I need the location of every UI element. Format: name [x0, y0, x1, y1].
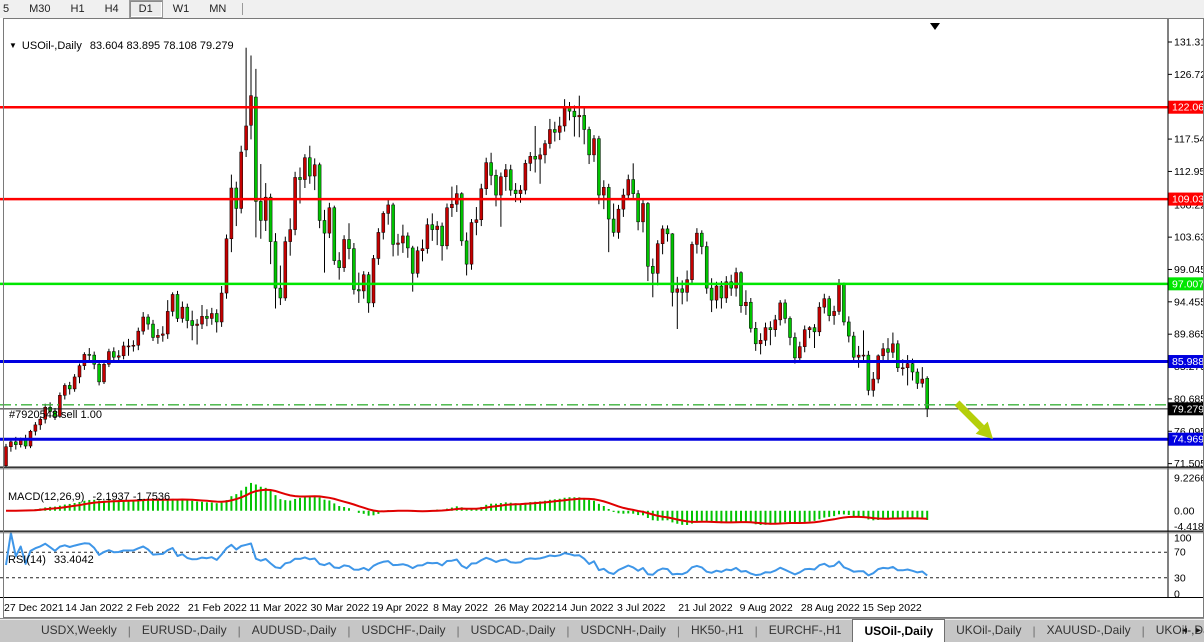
price-tick-label: 94.455 — [1174, 296, 1204, 308]
price-tick-label: 131.31 — [1174, 37, 1204, 49]
date-label: 9 Aug 2022 — [740, 602, 793, 614]
date-label: 11 Mar 2022 — [249, 602, 307, 614]
price-tick-label: 103.63 — [1174, 232, 1204, 244]
date-label: 3 Jul 2022 — [617, 602, 666, 614]
tab-ukoil-daily[interactable]: UKOil-,Daily — [945, 619, 1032, 642]
price-chart[interactable]: 131.31126.72117.54112.95108.22103.6399.0… — [0, 18, 1204, 618]
rsi-tick-label: 100 — [1174, 533, 1192, 545]
tab-usdx-weekly[interactable]: USDX,Weekly — [30, 619, 128, 642]
date-label: 30 Mar 2022 — [311, 602, 370, 614]
date-label: 14 Jan 2022 — [65, 602, 123, 614]
macd-title: MACD(12,26,9) — [8, 491, 84, 503]
symbol-tab-bar: USDX,Weekly|EURUSD-,Daily|AUDUSD-,Daily|… — [0, 618, 1204, 642]
date-label: 14 Jun 2022 — [556, 602, 614, 614]
tab-scroll-right-icon[interactable]: ▸ — [1196, 625, 1201, 636]
open-position-label: #7920548 sell 1.00 — [9, 409, 102, 421]
timeframe-button-W1[interactable]: W1 — [163, 0, 200, 18]
timeframe-toolbar: 5M30H1H4D1W1MN — [0, 0, 1204, 19]
svg-text:79.279: 79.279 — [1172, 403, 1204, 415]
timeframe-button-5[interactable]: 5 — [0, 0, 19, 18]
tab-hk50-h1[interactable]: HK50-,H1 — [680, 619, 755, 642]
date-label: 21 Jul 2022 — [678, 602, 732, 614]
price-tick-label: 126.72 — [1174, 69, 1204, 81]
date-label: 21 Feb 2022 — [188, 602, 247, 614]
date-label: 28 Aug 2022 — [801, 602, 860, 614]
tab-usoil-daily[interactable]: USOil-,Daily — [852, 619, 945, 642]
timeframe-button-D1[interactable]: D1 — [129, 0, 163, 18]
chart-symbol-period: USOil-,Daily — [22, 40, 82, 52]
rsi-value: 33.4042 — [54, 554, 94, 566]
svg-text:109.03: 109.03 — [1172, 194, 1204, 206]
svg-text:122.06: 122.06 — [1172, 102, 1204, 114]
tab-usdcnh-daily[interactable]: USDCNH-,Daily — [569, 619, 676, 642]
svg-text:85.988: 85.988 — [1172, 356, 1204, 368]
tab-scroll-left-icon[interactable]: ◂ — [1182, 625, 1187, 636]
chart-window: 131.31126.72117.54112.95108.22103.6399.0… — [0, 18, 1204, 618]
tab-audusd-daily[interactable]: AUDUSD-,Daily — [241, 619, 348, 642]
macd-tick-label: 9.2266 — [1174, 473, 1204, 485]
timeframe-button-H4[interactable]: H4 — [95, 0, 129, 18]
hline-price-label: 122.06 — [1169, 101, 1204, 114]
chart-ohlc-values: 83.604 83.895 78.108 79.279 — [90, 40, 234, 52]
rsi-indicator-label: RSI(14) 33.4042 — [8, 554, 94, 566]
tab-scroll-arrows: ◂ ▸ — [1182, 618, 1201, 642]
price-tick-label: 112.95 — [1174, 166, 1204, 178]
date-label: 8 May 2022 — [433, 602, 488, 614]
tab-usdchf-daily[interactable]: USDCHF-,Daily — [351, 619, 457, 642]
date-label: 27 Dec 2021 — [4, 602, 64, 614]
hline-price-label: 97.007 — [1169, 277, 1204, 290]
svg-text:74.969: 74.969 — [1172, 434, 1204, 446]
price-tick-label: 71.505 — [1174, 458, 1204, 470]
trading-platform-window: 5M30H1H4D1W1MN 131.31 126.72 117.54 112.95 1… — [0, 0, 1204, 642]
hline-price-label: 85.988 — [1169, 355, 1204, 368]
toolbar-separator — [242, 3, 243, 15]
price-tick-label: 89.865 — [1174, 329, 1204, 341]
timeframe-button-H1[interactable]: H1 — [61, 0, 95, 18]
rsi-title: RSI(14) — [8, 554, 46, 566]
tab-eurchf-h1[interactable]: EURCHF-,H1 — [758, 619, 853, 642]
tab-usdcad-daily[interactable]: USDCAD-,Daily — [460, 619, 567, 642]
hline-price-label: 109.03 — [1169, 193, 1204, 206]
hline-price-label: 74.969 — [1169, 433, 1204, 446]
rsi-tick-label: 70 — [1174, 547, 1186, 559]
timeframe-button-MN[interactable]: MN — [199, 0, 236, 18]
timeframe-button-M30[interactable]: M30 — [19, 0, 60, 18]
price-tick-label: 99.045 — [1174, 264, 1204, 276]
svg-text:97.007: 97.007 — [1172, 278, 1204, 290]
rsi-tick-label: 30 — [1174, 572, 1186, 584]
collapse-arrow-icon[interactable]: ▼ — [9, 41, 17, 50]
chart-title: ▼ USOil-,Daily 83.604 83.895 78.108 79.279 — [9, 40, 234, 52]
macd-indicator-label: MACD(12,26,9) -2.1937 -1.7536 — [8, 491, 170, 503]
rsi-tick-label: 0 — [1174, 589, 1180, 601]
price-tick-label: 117.54 — [1174, 134, 1204, 146]
date-label: 2 Feb 2022 — [127, 602, 180, 614]
macd-tick-label: 0.00 — [1174, 505, 1195, 517]
tab-eurusd-daily[interactable]: EURUSD-,Daily — [131, 619, 238, 642]
date-label: 15 Sep 2022 — [862, 602, 922, 614]
date-label: 19 Apr 2022 — [372, 602, 429, 614]
tab-xauusd-daily[interactable]: XAUUSD-,Daily — [1036, 619, 1142, 642]
date-label: 26 May 2022 — [494, 602, 555, 614]
time-axis: 27 Dec 202114 Jan 2022 2 Feb 2022 21 Feb 2… — [4, 602, 922, 614]
bid-price-label: 79.279 — [1169, 402, 1204, 415]
macd-values: -2.1937 -1.7536 — [92, 491, 170, 503]
